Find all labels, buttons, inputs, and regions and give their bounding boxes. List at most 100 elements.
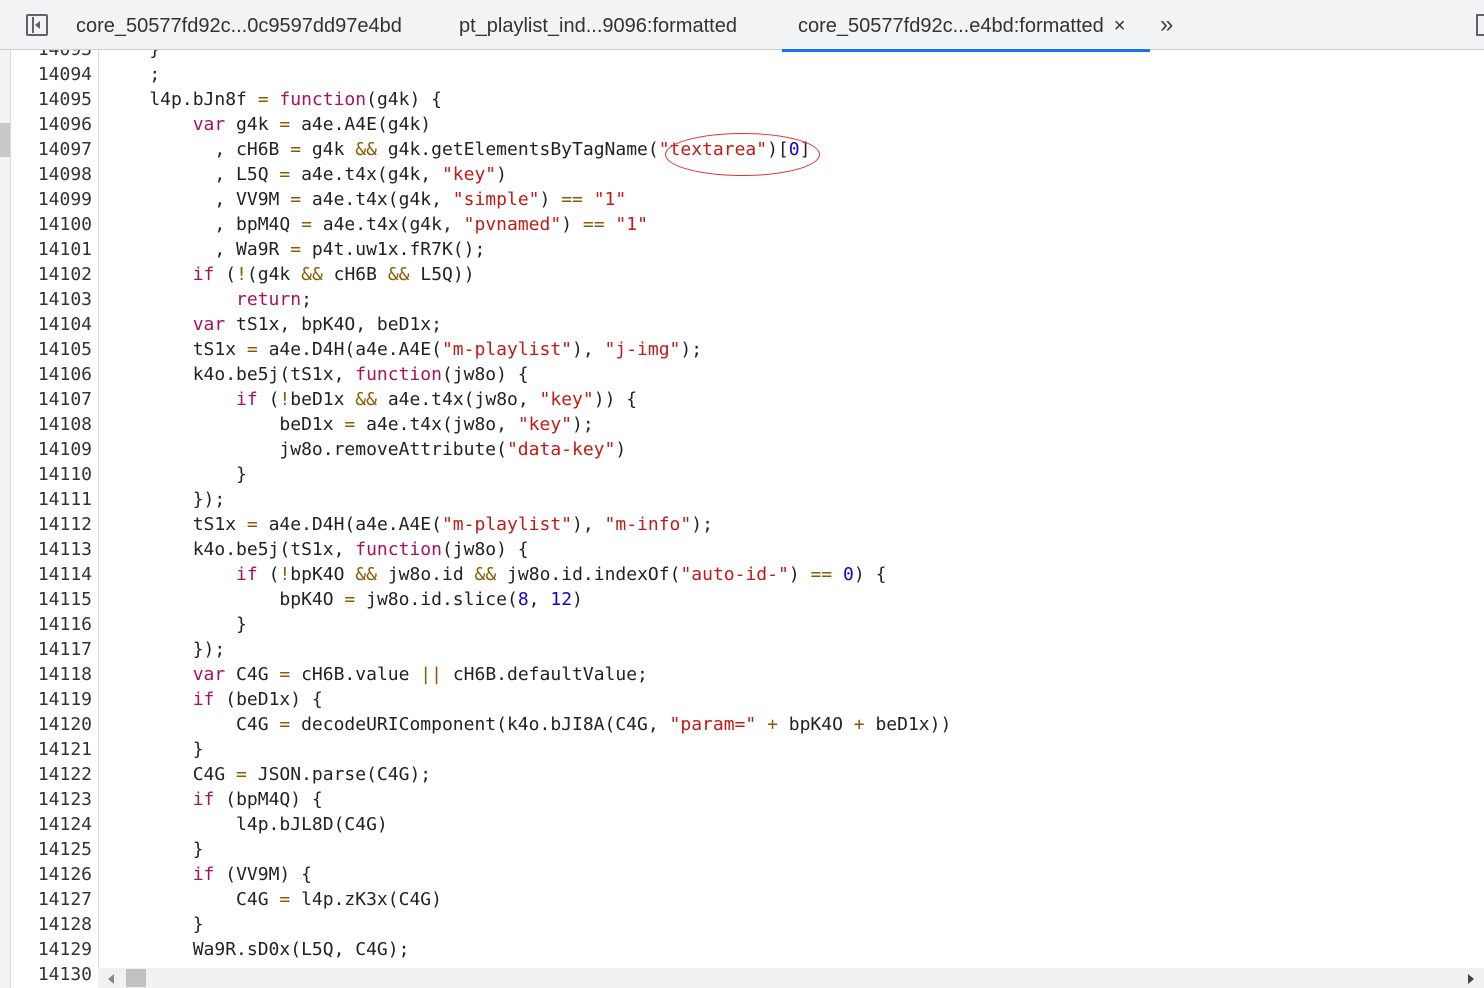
line-number[interactable]: 14119 <box>10 687 92 712</box>
code-line[interactable]: 14121 } <box>0 737 1484 762</box>
code-text: } <box>106 839 204 860</box>
line-number[interactable]: 14102 <box>10 262 92 287</box>
line-number[interactable]: 14108 <box>10 412 92 437</box>
line-number[interactable]: 14107 <box>10 387 92 412</box>
code-line[interactable]: 14123 if (bpM4Q) { <box>0 787 1484 812</box>
code-line[interactable]: 14108 beD1x = a4e.t4x(jw8o, "key"); <box>0 412 1484 437</box>
code-line[interactable]: 14116 } <box>0 612 1484 637</box>
line-number[interactable]: 14130 <box>10 962 92 987</box>
line-number[interactable]: 14114 <box>10 562 92 587</box>
line-number[interactable]: 14094 <box>10 62 92 87</box>
code-text: } <box>106 914 204 935</box>
code-text: var g4k = a4e.A4E(g4k) <box>192 114 432 135</box>
toggle-navigator-icon[interactable] <box>26 14 48 36</box>
code-line[interactable]: 14102 if (!(g4k && cH6B && L5Q)) <box>0 262 1484 287</box>
line-number[interactable]: 14118 <box>10 662 92 687</box>
code-line[interactable]: 14114 if (!bpK4O && jw8o.id && jw8o.id.i… <box>0 562 1484 587</box>
code-line[interactable]: 14112 tS1x = a4e.D4H(a4e.A4E("m-playlist… <box>0 512 1484 537</box>
line-number[interactable]: 14113 <box>10 537 92 562</box>
code-text: if (VV9M) { <box>192 864 312 885</box>
code-line[interactable]: 14113 k4o.be5j(tS1x, function(jw8o) { <box>0 537 1484 562</box>
code-line[interactable]: 14107 if (!beD1x && a4e.t4x(jw8o, "key")… <box>0 387 1484 412</box>
line-number[interactable]: 14098 <box>10 162 92 187</box>
line-number[interactable]: 14120 <box>10 712 92 737</box>
close-icon[interactable]: × <box>1114 15 1126 37</box>
code-line[interactable]: 14109 jw8o.removeAttribute("data-key") <box>0 437 1484 462</box>
line-number[interactable]: 14101 <box>10 237 92 262</box>
line-number[interactable]: 14117 <box>10 637 92 662</box>
line-number[interactable]: 14106 <box>10 362 92 387</box>
line-number[interactable]: 14095 <box>10 87 92 112</box>
line-number[interactable]: 14127 <box>10 887 92 912</box>
line-number[interactable]: 14100 <box>10 212 92 237</box>
code-text: if (!(g4k && cH6B && L5Q)) <box>192 264 475 285</box>
code-text: } <box>106 50 160 62</box>
code-line[interactable]: 14124 l4p.bJL8D(C4G) <box>0 812 1484 837</box>
line-number[interactable]: 14128 <box>10 912 92 937</box>
more-tabs-icon[interactable]: » <box>1160 0 1173 49</box>
code-line[interactable]: 14093 } <box>0 50 1484 62</box>
line-number[interactable]: 14109 <box>10 437 92 462</box>
line-number[interactable]: 14097 <box>10 137 92 162</box>
code-line[interactable]: 14111 }); <box>0 487 1484 512</box>
line-number[interactable]: 14104 <box>10 312 92 337</box>
line-number[interactable]: 14124 <box>10 812 92 837</box>
code-line[interactable]: 14127 C4G = l4p.zK3x(C4G) <box>0 887 1484 912</box>
scroll-left-icon[interactable] <box>108 974 114 984</box>
code-line[interactable]: 14129 Wa9R.sD0x(L5Q, C4G); <box>0 937 1484 962</box>
code-line[interactable]: 14119 if (beD1x) { <box>0 687 1484 712</box>
line-number[interactable]: 14129 <box>10 937 92 962</box>
line-number[interactable]: 14099 <box>10 187 92 212</box>
line-number[interactable]: 14126 <box>10 862 92 887</box>
code-line[interactable]: 14094 ; <box>0 62 1484 87</box>
code-line[interactable]: 14122 C4G = JSON.parse(C4G); <box>0 762 1484 787</box>
line-number[interactable]: 14122 <box>10 762 92 787</box>
code-line[interactable]: 14117 }); <box>0 637 1484 662</box>
code-text: , bpM4Q = a4e.t4x(g4k, "pvnamed") == "1" <box>106 214 648 235</box>
code-text: }); <box>106 489 226 510</box>
line-number[interactable]: 14111 <box>10 487 92 512</box>
line-number[interactable]: 14093 <box>10 50 92 62</box>
line-number[interactable]: 14096 <box>10 112 92 137</box>
tab-core-script[interactable]: core_50577fd92c...0c9597dd97e4bd <box>76 0 402 49</box>
code-line[interactable]: 14106 k4o.be5j(tS1x, function(jw8o) { <box>0 362 1484 387</box>
tab-core-formatted[interactable]: core_50577fd92c...e4bd:formatted × <box>782 0 1150 52</box>
line-number[interactable]: 14105 <box>10 337 92 362</box>
code-line[interactable]: 14128 } <box>0 912 1484 937</box>
code-text: C4G = JSON.parse(C4G); <box>106 764 432 785</box>
code-text: } <box>106 739 204 760</box>
line-number[interactable]: 14121 <box>10 737 92 762</box>
code-line[interactable]: 14126 if (VV9M) { <box>0 862 1484 887</box>
line-number[interactable]: 14110 <box>10 462 92 487</box>
line-number[interactable]: 14112 <box>10 512 92 537</box>
tab-playlist-script[interactable]: pt_playlist_ind...9096:formatted <box>459 0 737 49</box>
scrollbar-thumb[interactable] <box>126 969 146 987</box>
line-number[interactable]: 14103 <box>10 287 92 312</box>
scroll-right-icon[interactable] <box>1468 974 1474 984</box>
code-line[interactable]: 14115 bpK4O = jw8o.id.slice(8, 12) <box>0 587 1484 612</box>
code-text: }); <box>106 639 226 660</box>
tab-label: pt_playlist_ind...9096:formatted <box>459 15 737 37</box>
code-text: Wa9R.sD0x(L5Q, C4G); <box>106 939 410 960</box>
code-line[interactable]: 14120 C4G = decodeURIComponent(k4o.bJI8A… <box>0 712 1484 737</box>
toggle-debugger-icon[interactable] <box>1476 14 1484 36</box>
code-line[interactable]: 14095 l4p.bJn8f = function(g4k) { <box>0 87 1484 112</box>
line-number[interactable]: 14116 <box>10 612 92 637</box>
code-text: tS1x = a4e.D4H(a4e.A4E("m-playlist"), "m… <box>106 514 713 535</box>
code-line[interactable]: 14103 return; <box>0 287 1484 312</box>
code-text: if (beD1x) { <box>192 689 323 710</box>
code-line[interactable]: 14110 } <box>0 462 1484 487</box>
code-line[interactable]: 14100 , bpM4Q = a4e.t4x(g4k, "pvnamed") … <box>0 212 1484 237</box>
code-line[interactable]: 14118 var C4G = cH6B.value || cH6B.defau… <box>0 662 1484 687</box>
horizontal-scrollbar[interactable] <box>98 968 1484 988</box>
line-number[interactable]: 14125 <box>10 837 92 862</box>
code-line[interactable]: 14125 } <box>0 837 1484 862</box>
line-number[interactable]: 14115 <box>10 587 92 612</box>
code-text: var C4G = cH6B.value || cH6B.defaultValu… <box>192 664 648 685</box>
code-line[interactable]: 14099 , VV9M = a4e.t4x(g4k, "simple") ==… <box>0 187 1484 212</box>
line-number[interactable]: 14123 <box>10 787 92 812</box>
code-editor[interactable]: 14093 }14094 ;14095 l4p.bJn8f = function… <box>0 50 1484 988</box>
code-line[interactable]: 14105 tS1x = a4e.D4H(a4e.A4E("m-playlist… <box>0 337 1484 362</box>
code-line[interactable]: 14104 var tS1x, bpK4O, beD1x; <box>0 312 1484 337</box>
code-line[interactable]: 14101 , Wa9R = p4t.uw1x.fR7K(); <box>0 237 1484 262</box>
